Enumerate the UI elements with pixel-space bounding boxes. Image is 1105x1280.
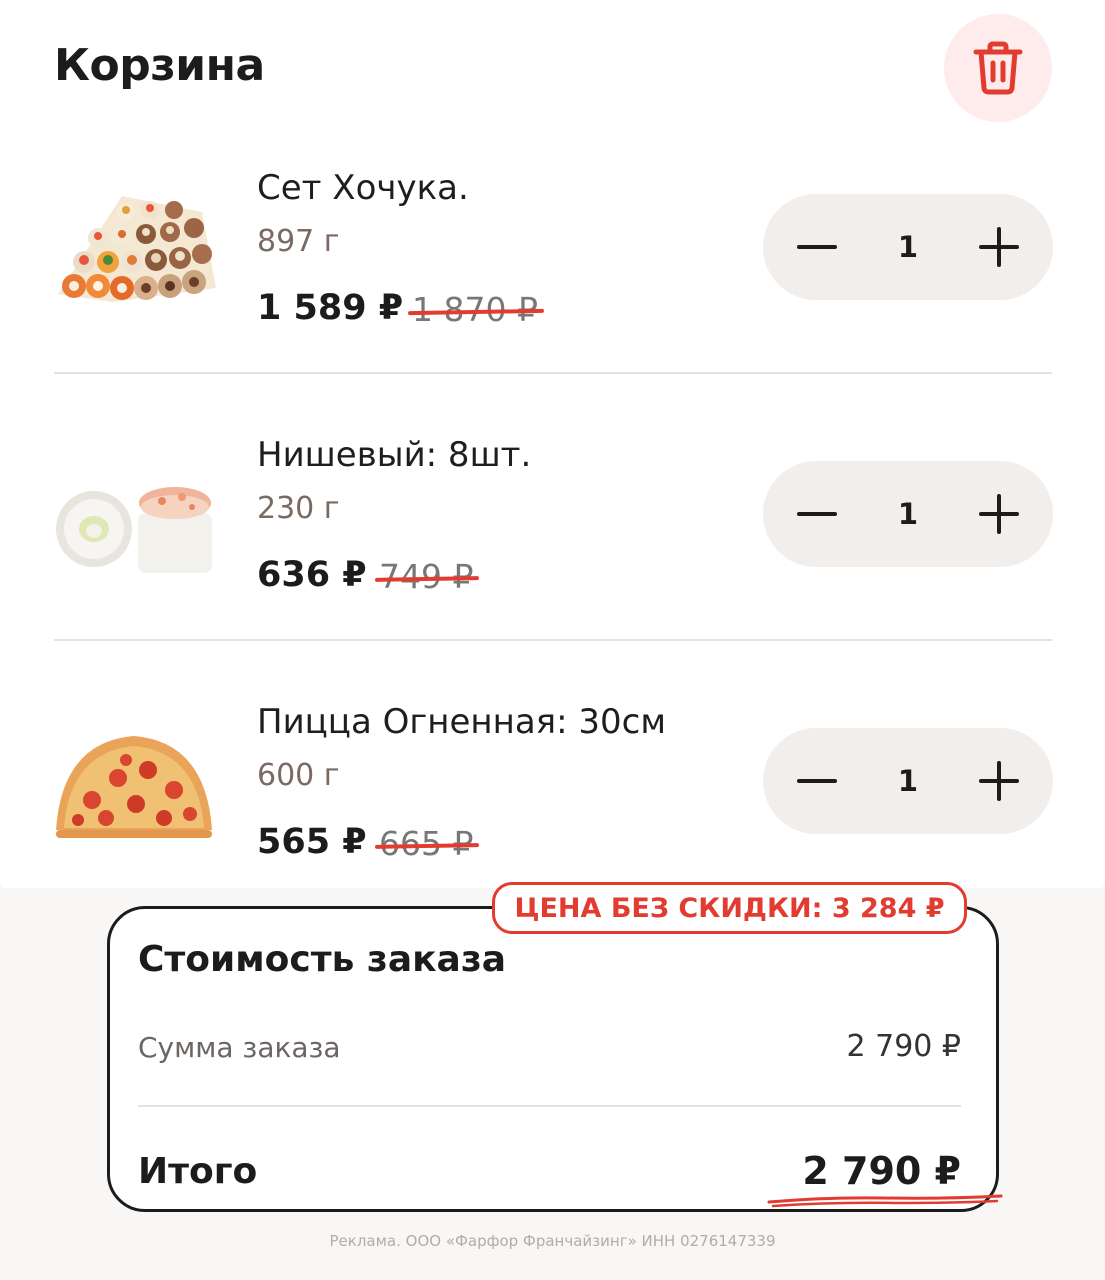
cart-item: Нишевый: 8шт. 230 г 636 ₽ 749 ₽ 1	[0, 407, 1105, 673]
trash-icon	[973, 41, 1023, 95]
item-old-price: 1 870 ₽	[412, 290, 538, 329]
item-old-price: 749 ₽	[379, 557, 474, 596]
quantity-stepper: 1	[763, 461, 1053, 567]
increase-button[interactable]	[949, 461, 1049, 567]
handwritten-underline	[767, 1194, 1003, 1208]
cart-item: Сет Хочука. 897 г 1 589 ₽ 1 870 ₽ 1	[0, 140, 1105, 406]
summary-title: Стоимость заказа	[138, 939, 507, 980]
pizza-image	[56, 736, 212, 838]
item-price: 1 589 ₽	[257, 288, 404, 328]
discount-badge: ЦЕНА БЕЗ СКИДКИ: 3 284 ₽	[492, 882, 967, 934]
total-value: 2 790 ₽	[802, 1149, 961, 1193]
item-price: 565 ₽	[257, 822, 367, 862]
subtotal-label: Сумма заказа	[138, 1031, 341, 1064]
plus-icon	[979, 494, 1019, 534]
decrease-button[interactable]	[767, 728, 867, 834]
minus-icon	[797, 779, 837, 783]
increase-button[interactable]	[949, 728, 1049, 834]
item-weight: 600 г	[257, 758, 340, 793]
quantity-value: 1	[897, 497, 919, 531]
roll-image	[56, 487, 212, 573]
quantity-stepper: 1	[763, 728, 1053, 834]
page-title: Корзина	[54, 40, 265, 91]
minus-icon	[797, 512, 837, 516]
minus-icon	[797, 245, 837, 249]
item-price: 636 ₽	[257, 555, 367, 595]
sushi-set-image	[58, 196, 216, 302]
item-divider	[54, 372, 1052, 374]
cart-sheet: Корзина Сет Хочука. 897 г 1 589 ₽ 1 870 …	[0, 0, 1105, 888]
plus-icon	[979, 227, 1019, 267]
item-old-price: 665 ₽	[379, 824, 474, 863]
ad-disclaimer: Реклама. ООО «Фарфор Франчайзинг» ИНН 02…	[329, 1232, 776, 1250]
quantity-value: 1	[897, 230, 919, 264]
item-divider	[54, 639, 1052, 641]
quantity-stepper: 1	[763, 194, 1053, 300]
total-label: Итого	[138, 1151, 258, 1192]
summary-divider	[138, 1105, 961, 1107]
order-summary-card: Стоимость заказа Сумма заказа 2 790 ₽ Ит…	[107, 906, 1003, 1212]
decrease-button[interactable]	[767, 194, 867, 300]
item-weight: 230 г	[257, 491, 340, 526]
item-name: Нишевый: 8шт.	[257, 435, 532, 475]
clear-cart-button[interactable]	[944, 14, 1052, 122]
increase-button[interactable]	[949, 194, 1049, 300]
plus-icon	[979, 761, 1019, 801]
item-name: Сет Хочука.	[257, 168, 469, 208]
decrease-button[interactable]	[767, 461, 867, 567]
quantity-value: 1	[897, 764, 919, 798]
subtotal-value: 2 790 ₽	[846, 1029, 961, 1064]
item-name: Пицца Огненная: 30см	[257, 702, 666, 742]
item-weight: 897 г	[257, 224, 340, 259]
